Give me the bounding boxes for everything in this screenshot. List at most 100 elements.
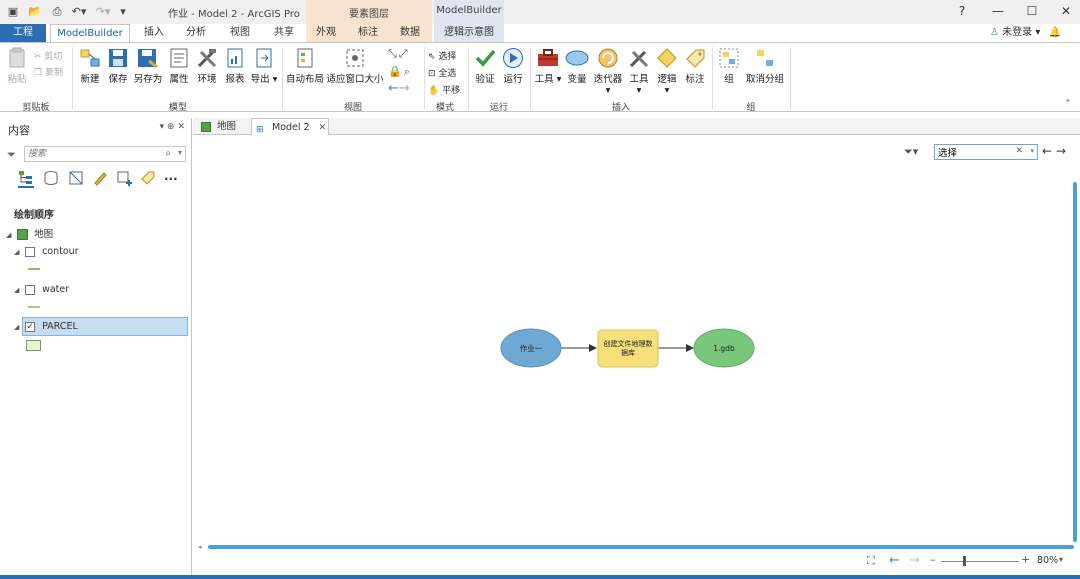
scroll-left-icon[interactable]: ◂	[198, 543, 202, 551]
variable-button[interactable]: 变量	[564, 47, 590, 85]
zoom-slider[interactable]	[941, 561, 1019, 562]
list-by-drawing-order-icon[interactable]	[18, 170, 34, 188]
redo-icon[interactable]: ↷▾	[92, 4, 114, 20]
close-icon[interactable]: ✕	[319, 123, 327, 133]
project-icon[interactable]: ▣	[6, 4, 20, 20]
previous-extent-icon[interactable]: ←→	[388, 81, 410, 96]
zoom-out-icon[interactable]: –	[930, 553, 936, 566]
filter-icon[interactable]: ⏷▾	[904, 145, 918, 159]
tab-insert[interactable]: 插入	[136, 24, 172, 42]
model-diagram[interactable]: 作业一 创建文件地理数据库 1.gdb	[197, 138, 1075, 546]
lock-zoom-icon[interactable]: 🔒⌕	[388, 65, 412, 79]
back-arrow-icon[interactable]: ←	[1042, 144, 1052, 158]
open-icon[interactable]: 📂	[28, 4, 42, 20]
collapse-arrow-icon[interactable]: ◢	[14, 248, 22, 256]
layer-visibility-checkbox[interactable]: ✓	[25, 321, 36, 332]
pane-controls[interactable]: ▾ ⊕ ✕	[160, 122, 185, 132]
layer-visibility-checkbox[interactable]	[25, 246, 36, 257]
list-by-editing-icon[interactable]	[92, 170, 108, 189]
tab-appearance[interactable]: 外观	[308, 24, 344, 42]
select-mode-button[interactable]: ⇖ 选择	[428, 49, 456, 62]
group-button[interactable]: 组	[716, 47, 742, 85]
print-icon[interactable]: ⎙	[50, 4, 64, 20]
tree-layer-water[interactable]: ◢ water	[14, 284, 69, 295]
collapse-arrow-icon[interactable]: ◢	[14, 323, 22, 331]
tab-share[interactable]: 共享	[266, 24, 302, 42]
forward-arrow-icon[interactable]: →	[1056, 144, 1066, 158]
tree-layer-contour[interactable]: ◢ contour	[14, 246, 79, 257]
zoom-dropdown-icon[interactable]: ▾	[1059, 555, 1063, 564]
chevron-down-icon[interactable]: ▾	[1030, 147, 1034, 155]
pan-button[interactable]: ✋ 平移	[428, 83, 460, 96]
list-by-labeling-icon[interactable]	[140, 170, 156, 189]
login-status[interactable]: ♙ 未登录 ▾	[990, 24, 1046, 42]
list-by-data-source-icon[interactable]	[43, 170, 59, 189]
collapse-ribbon-icon[interactable]: ⌃	[1064, 99, 1072, 109]
previous-extent-icon[interactable]: ←	[889, 553, 900, 568]
save-button[interactable]: 保存	[106, 47, 130, 85]
vertical-scrollbar[interactable]	[1073, 182, 1077, 542]
select-box[interactable]: ✕ ▾	[934, 144, 1038, 160]
report-button[interactable]: 报表	[222, 47, 248, 85]
close-button[interactable]: ✕	[1056, 3, 1076, 19]
tab-labeling[interactable]: 标注	[350, 24, 386, 42]
search-icon[interactable]: ⌕	[165, 148, 171, 159]
clear-icon[interactable]: ✕	[1015, 146, 1023, 156]
customize-qat-icon[interactable]: ▾	[118, 4, 128, 20]
tree-layer-parcel[interactable]: ◢ ✓ PARCEL	[14, 321, 78, 332]
zoom-in-icon[interactable]: +	[1021, 553, 1030, 566]
cut-button[interactable]: ✂ 剪切	[34, 49, 62, 62]
fit-extent-icon[interactable]: ⛶	[867, 554, 875, 568]
tab-map[interactable]: 地图	[197, 118, 249, 135]
help-button[interactable]: ?	[952, 3, 972, 19]
chevron-down-icon[interactable]: ▾	[178, 148, 182, 157]
layer-visibility-checkbox[interactable]	[25, 284, 36, 295]
iterators-button[interactable]: 迭代器 ▾	[592, 47, 624, 96]
model-canvas[interactable]: 作业一 创建文件地理数据库 1.gdb	[197, 138, 1075, 546]
run-button[interactable]: 运行	[500, 47, 526, 85]
notification-icon[interactable]: 🔔	[1048, 24, 1062, 42]
utilities-button[interactable]: 工具 ▾	[626, 47, 652, 96]
search-input[interactable]	[28, 148, 158, 160]
more-options-icon[interactable]: ···	[164, 172, 178, 186]
minimize-button[interactable]: —	[988, 3, 1008, 19]
ungroup-button[interactable]: 取消分组	[744, 47, 786, 85]
maximize-button[interactable]: ☐	[1022, 3, 1042, 19]
new-model-button[interactable]: 新建	[76, 47, 104, 85]
zoom-slider-thumb[interactable]	[963, 556, 966, 566]
tab-view[interactable]: 视图	[222, 24, 258, 42]
tab-schematics[interactable]: 逻辑示意图	[438, 24, 500, 42]
properties-button[interactable]: 属性	[166, 47, 192, 85]
fit-to-window-button[interactable]: 适应窗口大小	[326, 47, 384, 85]
select-all-button[interactable]: ⊡ 全选	[428, 66, 456, 79]
copy-button[interactable]: ❐ 复制	[34, 65, 63, 78]
tab-analysis[interactable]: 分析	[178, 24, 214, 42]
export-button[interactable]: 导出 ▾	[250, 47, 278, 85]
validate-button[interactable]: 验证	[472, 47, 498, 85]
list-by-selection-icon[interactable]	[68, 170, 84, 189]
environments-button[interactable]: 环境	[194, 47, 220, 85]
tab-model-2[interactable]: ⊞ Model 2 ✕	[251, 118, 329, 135]
list-by-snapping-icon[interactable]	[116, 170, 134, 189]
label-button[interactable]: 标注	[682, 47, 708, 85]
tab-modelbuilder[interactable]: ModelBuilder	[50, 24, 130, 42]
tab-data[interactable]: 数据	[392, 24, 428, 42]
scroll-right-icon[interactable]: ▸	[1070, 543, 1074, 551]
tab-project[interactable]: 工程	[0, 24, 46, 42]
horizontal-scrollbar[interactable]	[208, 545, 1074, 549]
save-as-button[interactable]: 另存为	[132, 47, 164, 85]
collapse-arrow-icon[interactable]: ◢	[6, 231, 14, 239]
tree-map[interactable]: ◢ 地图	[6, 226, 53, 240]
logical-button[interactable]: 逻辑 ▾	[654, 47, 680, 96]
auto-layout-button[interactable]: 自动布局	[286, 47, 324, 85]
collapse-arrow-icon[interactable]: ◢	[14, 286, 22, 294]
next-extent-icon[interactable]: →	[399, 81, 410, 96]
search-box[interactable]: ⌕ ▾	[24, 146, 186, 162]
next-extent-icon[interactable]: →	[909, 553, 920, 568]
paste-button[interactable]: 粘贴	[4, 47, 30, 85]
undo-icon[interactable]: ↶▾	[68, 4, 90, 20]
filter-icon[interactable]: ⏷	[7, 148, 16, 162]
zoom-full-icon[interactable]: ⤡⤢	[388, 47, 410, 61]
tools-button[interactable]: 工具 ▾	[534, 47, 562, 85]
select-input[interactable]	[938, 146, 1008, 158]
